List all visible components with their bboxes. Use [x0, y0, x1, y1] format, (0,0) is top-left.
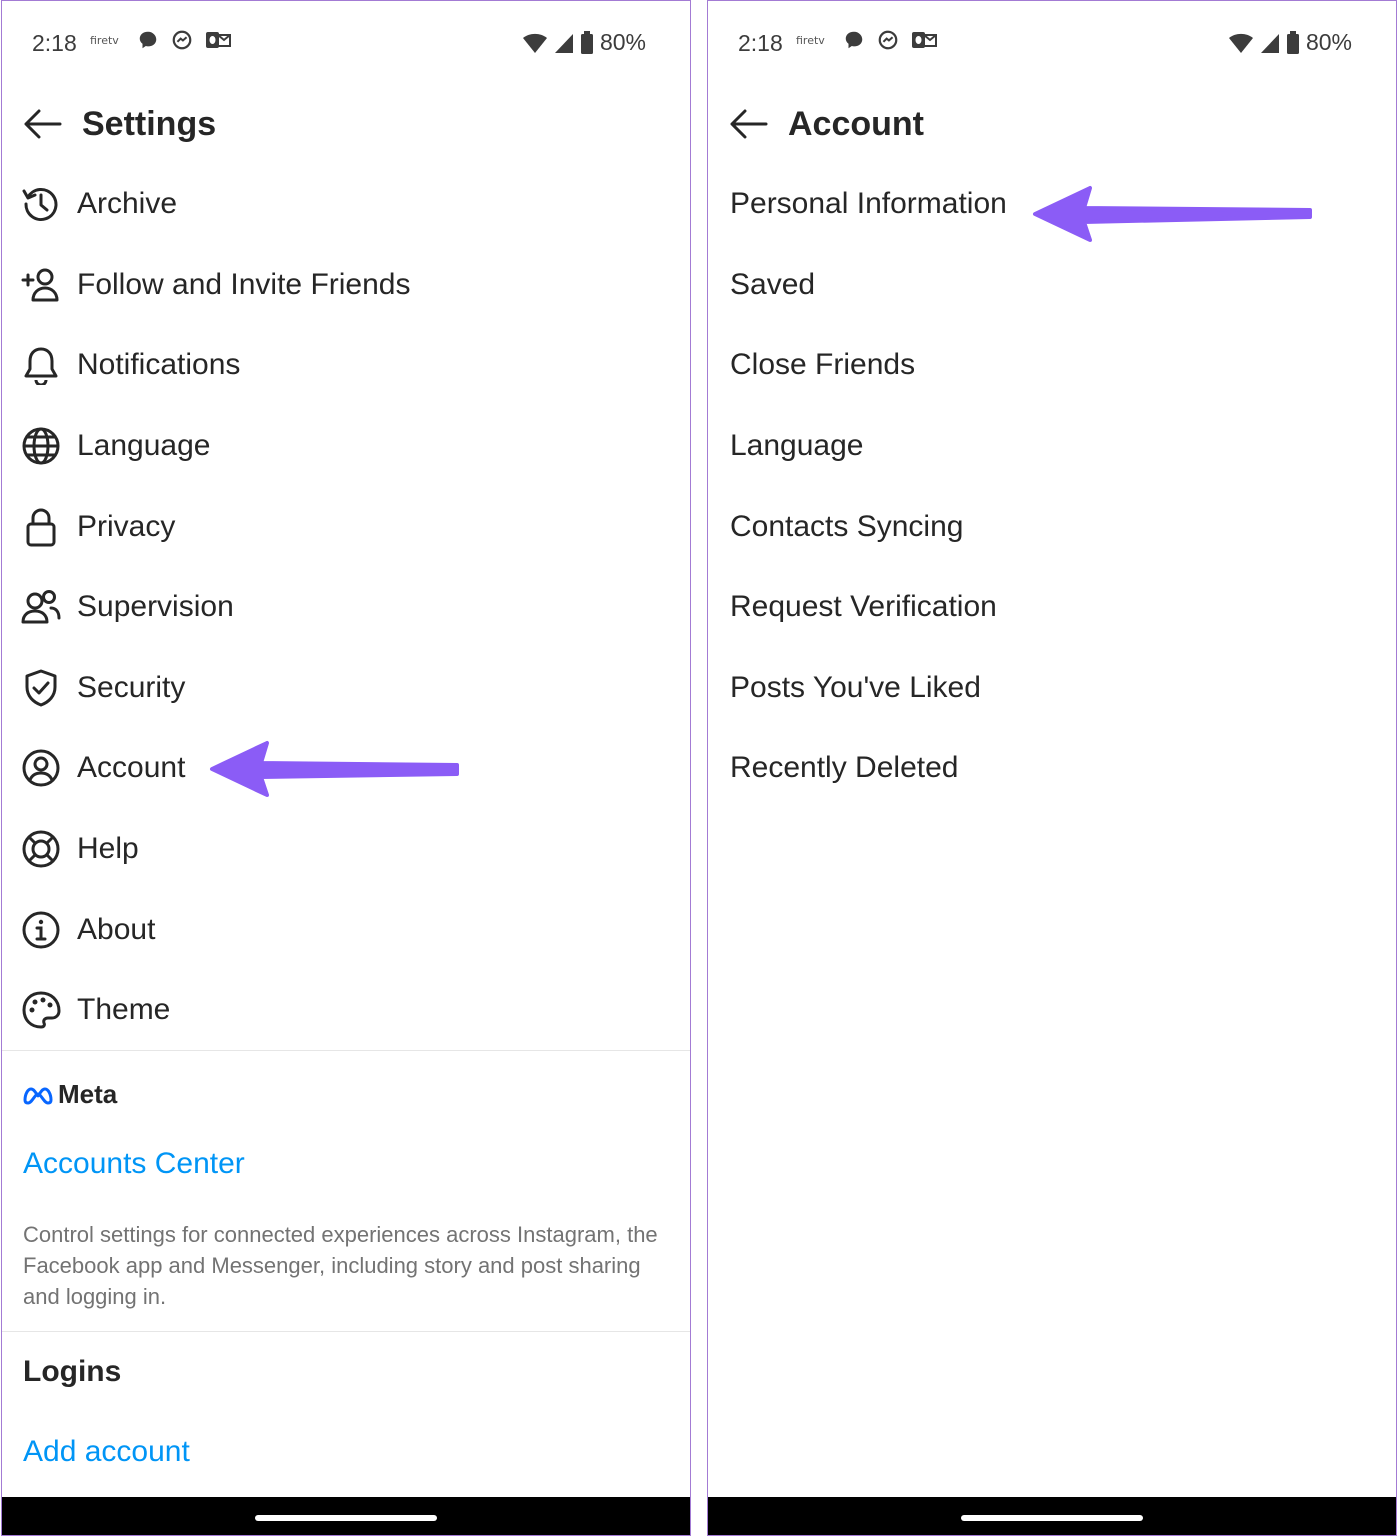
back-arrow-icon: [24, 109, 62, 139]
palette-icon: [21, 990, 61, 1030]
firetv-icon: firetv: [796, 33, 825, 47]
messenger-icon: [878, 30, 898, 50]
menu-item-request-verification[interactable]: Request Verification: [708, 567, 1396, 648]
add-person-icon: [21, 265, 61, 305]
battery-percent: 80%: [1305, 29, 1352, 55]
annotation-arrow-icon: [1033, 186, 1312, 242]
menu-item-label: Supervision: [77, 590, 234, 624]
meta-logo-icon: [23, 1087, 53, 1104]
home-gesture-handle[interactable]: [255, 1515, 437, 1521]
navigation-bar: [708, 1497, 1396, 1535]
menu-item-supervision[interactable]: Supervision: [2, 567, 690, 648]
chat-bubble-icon: [845, 31, 863, 49]
menu-item-notifications[interactable]: Notifications: [2, 325, 690, 406]
menu-item-language[interactable]: Language: [2, 406, 690, 487]
outlook-icon: [205, 32, 231, 48]
notification-icons: firetv: [796, 29, 937, 51]
outlook-icon: [911, 32, 937, 48]
back-button[interactable]: [726, 102, 770, 146]
status-time: 2:18: [738, 30, 783, 56]
menu-item-recently-deleted[interactable]: Recently Deleted: [708, 728, 1396, 809]
menu-item-about[interactable]: About: [2, 889, 690, 970]
menu-item-label: Saved: [730, 267, 816, 301]
menu-item-label: Follow and Invite Friends: [77, 267, 411, 301]
header: Account: [726, 97, 924, 151]
menu-item-label: Personal Information: [730, 187, 1007, 221]
menu-item-label: About: [77, 912, 156, 946]
battery-percent: 80%: [599, 29, 646, 55]
menu-item-label: Contacts Syncing: [730, 509, 964, 543]
menu-item-contacts-syncing[interactable]: Contacts Syncing: [708, 486, 1396, 567]
system-status-icons: 80%: [1228, 29, 1352, 56]
battery-icon: [580, 30, 593, 54]
menu-item-label: Help: [77, 832, 139, 866]
add-account-link[interactable]: Add account: [23, 1435, 190, 1469]
page-title: Settings: [82, 104, 217, 143]
signal-icon: [1260, 33, 1279, 53]
menu-item-label: Archive: [77, 187, 178, 221]
menu-item-label: Theme: [77, 993, 171, 1027]
menu-item-privacy[interactable]: Privacy: [2, 486, 690, 567]
menu-item-label: Notifications: [77, 348, 241, 382]
section-divider: [2, 1331, 690, 1332]
settings-screen: 2:18 firetv 80% Settings Archive Follow …: [1, 0, 691, 1536]
menu-item-label: Security: [77, 670, 186, 704]
navigation-bar: [2, 1497, 690, 1535]
people-icon: [21, 587, 61, 627]
account-screen: 2:18 firetv 80% Account Personal Informa…: [707, 0, 1397, 1536]
wifi-icon: [1228, 33, 1253, 53]
annotation-arrow-icon: [210, 741, 459, 797]
menu-item-label: Privacy: [77, 509, 176, 543]
menu-item-label: Account: [77, 751, 186, 785]
back-arrow-icon: [730, 109, 768, 139]
section-divider: [2, 1050, 690, 1051]
lifebuoy-icon: [21, 829, 61, 869]
meta-brand: Meta: [22, 1079, 117, 1110]
menu-item-language[interactable]: Language: [708, 406, 1396, 487]
menu-item-theme[interactable]: Theme: [2, 970, 690, 1051]
bell-icon: [21, 345, 61, 386]
settings-menu: Archive Follow and Invite Friends Notifi…: [2, 164, 690, 1051]
page-title: Account: [788, 104, 924, 143]
status-bar: 2:18 firetv 80%: [2, 23, 690, 63]
globe-icon: [21, 426, 61, 466]
menu-item-archive[interactable]: Archive: [2, 164, 690, 245]
menu-item-follow-invite[interactable]: Follow and Invite Friends: [2, 245, 690, 326]
shield-icon: [21, 668, 61, 708]
menu-item-label: Posts You've Liked: [730, 670, 981, 704]
status-bar: 2:18 firetv 80%: [708, 23, 1396, 63]
battery-icon: [1286, 30, 1299, 54]
menu-item-security[interactable]: Security: [2, 648, 690, 729]
user-circle-icon: [21, 748, 61, 788]
menu-item-saved[interactable]: Saved: [708, 245, 1396, 326]
system-status-icons: 80%: [522, 29, 646, 56]
notification-icons: firetv: [90, 29, 231, 51]
firetv-icon: firetv: [90, 33, 119, 47]
menu-item-label: Recently Deleted: [730, 751, 959, 785]
chat-bubble-icon: [139, 31, 157, 49]
wifi-icon: [522, 33, 547, 53]
archive-icon: [21, 184, 61, 224]
messenger-icon: [172, 30, 192, 50]
menu-item-posts-liked[interactable]: Posts You've Liked: [708, 648, 1396, 729]
menu-item-label: Language: [77, 429, 211, 463]
logins-heading: Logins: [23, 1355, 122, 1388]
account-menu: Personal Information Saved Close Friends…: [708, 164, 1396, 809]
menu-item-close-friends[interactable]: Close Friends: [708, 325, 1396, 406]
signal-icon: [554, 33, 573, 53]
accounts-center-description: Control settings for connected experienc…: [23, 1222, 658, 1309]
menu-item-label: Request Verification: [730, 590, 997, 624]
back-button[interactable]: [20, 102, 64, 146]
menu-item-label: Close Friends: [730, 348, 916, 382]
meta-label: Meta: [58, 1079, 118, 1109]
header: Settings: [20, 97, 216, 151]
home-gesture-handle[interactable]: [961, 1515, 1143, 1521]
lock-icon: [21, 507, 61, 547]
menu-item-help[interactable]: Help: [2, 809, 690, 890]
menu-item-label: Language: [730, 429, 864, 463]
info-icon: [21, 910, 61, 950]
accounts-center-link[interactable]: Accounts Center: [23, 1147, 245, 1181]
status-time: 2:18: [32, 30, 77, 56]
